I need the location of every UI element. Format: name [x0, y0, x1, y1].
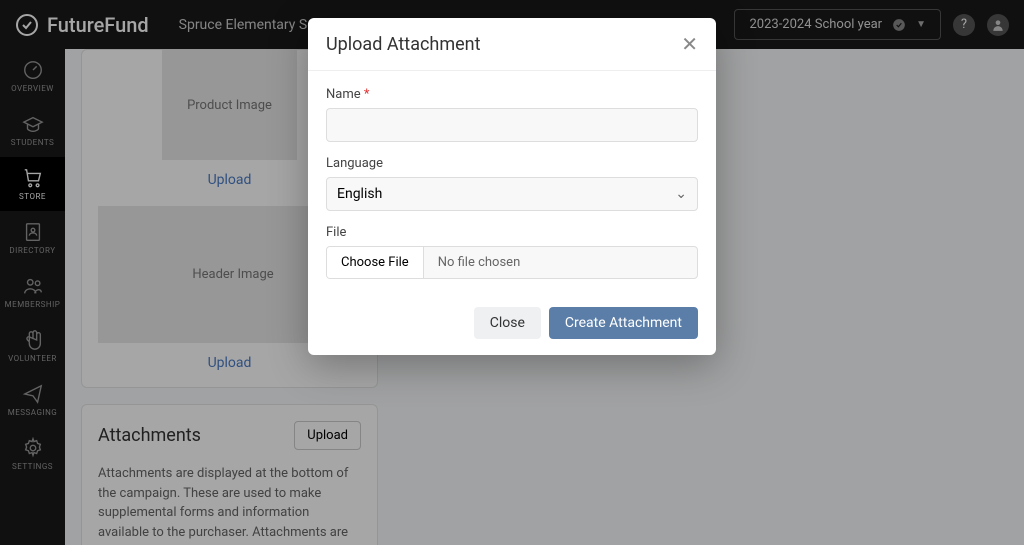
name-input[interactable]	[326, 108, 698, 142]
name-label: Name *	[326, 87, 698, 102]
file-label: File	[326, 225, 698, 240]
chevron-down-icon: ⌄	[675, 186, 687, 202]
file-input-row: Choose File No file chosen	[326, 246, 698, 279]
close-icon[interactable]: ✕	[681, 32, 698, 56]
language-value: English	[337, 186, 382, 202]
file-status-text: No file chosen	[424, 247, 535, 278]
required-indicator: *	[364, 87, 370, 102]
modal-title: Upload Attachment	[326, 34, 481, 55]
choose-file-button[interactable]: Choose File	[327, 247, 424, 278]
language-label: Language	[326, 156, 698, 171]
label-text: Name	[326, 87, 361, 102]
language-select[interactable]: English ⌄	[326, 177, 698, 211]
upload-attachment-modal: Upload Attachment ✕ Name * Language Engl…	[308, 18, 716, 355]
close-button[interactable]: Close	[474, 307, 541, 339]
create-attachment-button[interactable]: Create Attachment	[549, 307, 698, 339]
